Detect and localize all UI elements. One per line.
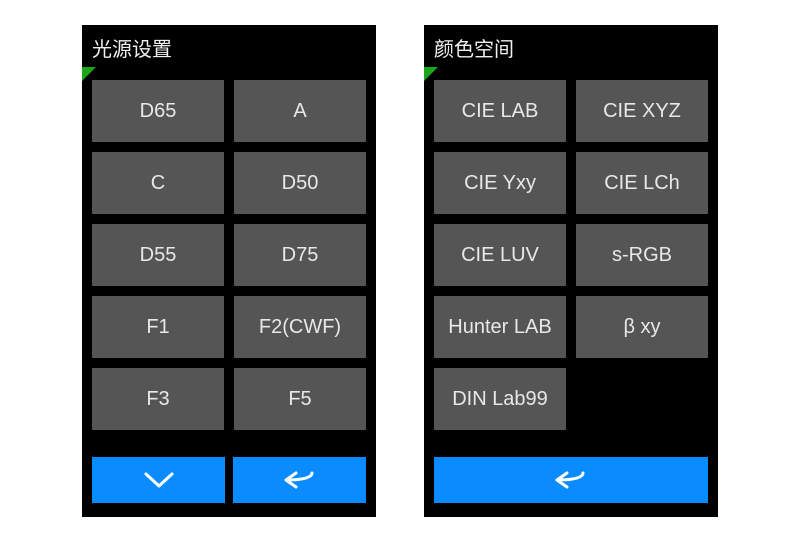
light-source-settings-screen: 光源设置 D65 A C D50 D55 D75 F1 F2(CWF) F3 F… bbox=[82, 25, 376, 517]
option-hunter-lab[interactable]: Hunter LAB bbox=[434, 296, 566, 358]
option-beta-xy[interactable]: β xy bbox=[576, 296, 708, 358]
option-d55[interactable]: D55 bbox=[92, 224, 224, 286]
option-cie-yxy[interactable]: CIE Yxy bbox=[434, 152, 566, 214]
option-f5[interactable]: F5 bbox=[234, 368, 366, 430]
screen-title: 颜色空间 bbox=[424, 25, 718, 72]
option-c[interactable]: C bbox=[92, 152, 224, 214]
option-cie-xyz[interactable]: CIE XYZ bbox=[576, 80, 708, 142]
back-arrow-icon bbox=[553, 469, 589, 491]
option-cie-lab[interactable]: CIE LAB bbox=[434, 80, 566, 142]
option-cie-lch[interactable]: CIE LCh bbox=[576, 152, 708, 214]
chevron-down-icon bbox=[142, 470, 176, 490]
option-d65[interactable]: D65 bbox=[92, 80, 224, 142]
back-arrow-icon bbox=[282, 469, 318, 491]
option-grid: D65 A C D50 D55 D75 F1 F2(CWF) F3 F5 bbox=[82, 72, 376, 457]
option-d50[interactable]: D50 bbox=[234, 152, 366, 214]
screen-title: 光源设置 bbox=[82, 25, 376, 72]
option-din-lab99[interactable]: DIN Lab99 bbox=[434, 368, 566, 430]
option-f1[interactable]: F1 bbox=[92, 296, 224, 358]
option-srgb[interactable]: s-RGB bbox=[576, 224, 708, 286]
option-d75[interactable]: D75 bbox=[234, 224, 366, 286]
bottom-bar bbox=[82, 457, 376, 517]
option-f3[interactable]: F3 bbox=[92, 368, 224, 430]
current-indicator-icon bbox=[82, 67, 96, 81]
page-down-button[interactable] bbox=[92, 457, 225, 503]
option-cie-luv[interactable]: CIE LUV bbox=[434, 224, 566, 286]
empty-cell bbox=[576, 368, 708, 430]
current-indicator-icon bbox=[424, 67, 438, 81]
option-a[interactable]: A bbox=[234, 80, 366, 142]
option-f2cwf[interactable]: F2(CWF) bbox=[234, 296, 366, 358]
option-grid: CIE LAB CIE XYZ CIE Yxy CIE LCh CIE LUV … bbox=[424, 72, 718, 457]
color-space-screen: 颜色空间 CIE LAB CIE XYZ CIE Yxy CIE LCh CIE… bbox=[424, 25, 718, 517]
back-button[interactable] bbox=[233, 457, 366, 503]
back-button[interactable] bbox=[434, 457, 708, 503]
bottom-bar bbox=[424, 457, 718, 517]
